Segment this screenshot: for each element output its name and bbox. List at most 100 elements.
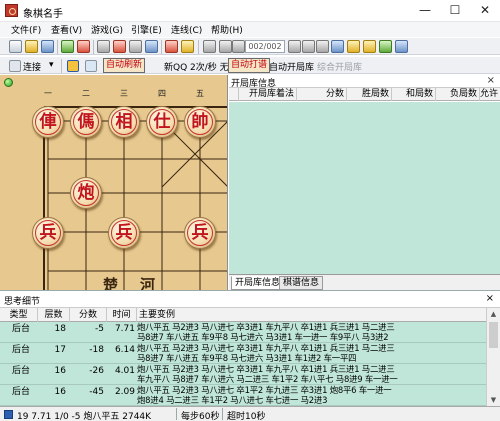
scroll-up-icon[interactable]: ▲ [487,308,500,320]
app-logo-icon [5,4,18,17]
menu-view[interactable]: 查看(V) [51,23,82,36]
close-icon[interactable]: × [487,75,495,86]
row-depth: 16 [54,387,66,397]
main-toolbar: 002/002 [0,37,500,55]
row-score: -18 [89,345,104,355]
web-icon[interactable] [395,40,408,53]
column-header[interactable]: 和局数 [392,88,436,101]
row-time: 4.01 [114,366,135,376]
next-move-icon[interactable] [302,40,315,53]
analysis-table-header: 类型 层数 分数 时间 主要变例 [0,308,486,322]
scroll-down-icon[interactable]: ▼ [487,394,500,406]
status-divider [176,408,177,420]
piece-red-soldier[interactable]: 兵 [184,217,216,249]
column-header[interactable]: 类型 [0,308,38,322]
board-icon[interactable] [61,40,74,53]
table-row[interactable]: 后台 17 -18 6.14 炮八平五 马2进3 马八进七 卒3进1 车九平八 … [0,343,486,364]
search-icon[interactable] [145,40,158,53]
per-move-time: 每步60秒 [181,412,220,421]
row-principal-variation: 炮八平五 马2进3 马八进七 卒3进1 车九平八 卒1进1 兵三进1 马二进三马… [137,322,395,342]
book-table-header: 开局库着法 分数 胜局数 和局数 负局数 允许 [229,88,500,101]
status-led-icon [4,78,13,87]
new-file-icon[interactable] [9,40,22,53]
back-icon[interactable] [232,40,245,53]
connect-icon[interactable] [9,60,21,72]
analysis-table-body: 后台 18 -5 7.71 炮八平五 马2进3 马八进七 卒3进1 车九平八 卒… [0,322,486,407]
first-move-icon[interactable] [203,40,216,53]
last-move-icon[interactable] [316,40,329,53]
table-row[interactable]: 后台 16 -26 4.01 炮八平五 马2进3 马八进七 卒3进1 车九平八 … [0,364,486,385]
table-row[interactable]: 后台 16 -45 2.09 炮八平五 马2进3 马八进七 卒1平2 车九进三 … [0,385,486,406]
hint-icon[interactable] [181,40,194,53]
column-header[interactable]: 允许 [480,88,500,101]
column-header[interactable]: 开局库着法 [239,88,297,101]
chess-board[interactable]: 一 二 三 四 五 俥 傌 相 仕 帥 炮 兵 兵 兵 [0,75,228,290]
paste-icon[interactable] [363,40,376,53]
stop-icon[interactable] [165,40,178,53]
table-row[interactable]: 后台 18 -5 7.71 炮八平五 马2进3 马八进七 卒3进1 车九平八 卒… [0,322,486,343]
book-icon[interactable] [379,40,392,53]
open-file-icon[interactable] [25,40,38,53]
prev-move-icon[interactable] [219,40,232,53]
row-score: -26 [89,366,104,376]
engine-info: 19 7.71 1/0 -5 炮八平五 2744K [17,412,152,421]
menu-help[interactable]: 帮助(H) [211,23,243,36]
dropdown-chevron-down-icon[interactable]: ▾ [49,60,54,70]
menu-engine[interactable]: 引擎(E) [131,23,162,36]
piece-red-soldier[interactable]: 兵 [108,217,140,249]
column-header[interactable]: 负局数 [436,88,480,101]
column-header[interactable]: 分数 [297,88,347,101]
column-header[interactable]: 胜局数 [347,88,392,101]
piece-red-minister[interactable]: 相 [108,106,140,138]
piece-red-horse[interactable]: 傌 [70,106,102,138]
clock-icon[interactable] [77,40,90,53]
row-depth: 18 [54,324,66,334]
watch-screen-icon[interactable] [67,60,79,72]
menu-file[interactable]: 文件(F) [11,23,41,36]
column-header[interactable]: 时间 [107,308,137,322]
piece-red-chariot[interactable]: 俥 [32,106,64,138]
auto-play-button[interactable]: 自动打谱 [228,58,271,73]
copy-icon[interactable] [347,40,360,53]
connect-menu-button[interactable]: 连接 [23,60,41,73]
file-label: 三 [120,89,128,98]
menu-connect[interactable]: 连线(C) [171,23,202,36]
piece-red-cannon[interactable]: 炮 [70,177,102,209]
page-indicator[interactable]: 002/002 [245,40,285,53]
close-button[interactable]: ✕ [470,0,500,22]
tab-game-record[interactable]: 棋谱信息 [279,276,324,290]
timeout-setting: 超时10秒 [227,412,266,421]
tab-opening-book[interactable]: 开局库信息 [231,276,285,290]
status-divider [222,408,223,420]
maximize-button[interactable]: ☐ [440,0,470,22]
minimize-button[interactable]: — [410,0,440,22]
panel-header: 思考细节 × [0,291,500,308]
forward-icon[interactable] [288,40,301,53]
red-side-icon[interactable] [113,40,126,53]
auto-book-button[interactable]: 自动开局库 [269,60,314,73]
piece-red-king[interactable]: 帥 [184,106,216,138]
tools-icon[interactable] [331,40,344,53]
composite-book-button[interactable]: 综合开局库 [317,60,362,73]
piece-red-soldier[interactable]: 兵 [32,217,64,249]
piece-red-advisor[interactable]: 仕 [146,106,178,138]
thinking-panel: 思考细节 × 类型 层数 分数 时间 主要变例 后台 18 -5 7.71 炮八… [0,290,500,407]
close-icon[interactable]: × [486,293,494,304]
column-header[interactable]: 层数 [38,308,70,322]
column-header[interactable]: 主要变例 [137,308,486,322]
save-icon[interactable] [41,40,54,53]
row-depth: 17 [54,345,66,355]
book-table-body[interactable] [229,102,500,274]
vertical-scrollbar[interactable]: ▲ ▼ [486,308,500,407]
flip-board-icon[interactable] [97,40,110,53]
panel-header: 开局库信息 × [229,75,500,89]
screen-icon[interactable] [129,40,142,53]
auto-refresh-button[interactable]: 自动刷新 [103,58,146,73]
toolbar-separator [161,40,162,54]
column-header[interactable]: 分数 [70,308,107,322]
menu-game[interactable]: 游戏(G) [91,23,123,36]
toolbar-separator [198,40,199,54]
link-icon[interactable] [85,60,97,72]
window-title: 象棋名手 [23,9,63,20]
scroll-thumb[interactable] [489,322,498,348]
